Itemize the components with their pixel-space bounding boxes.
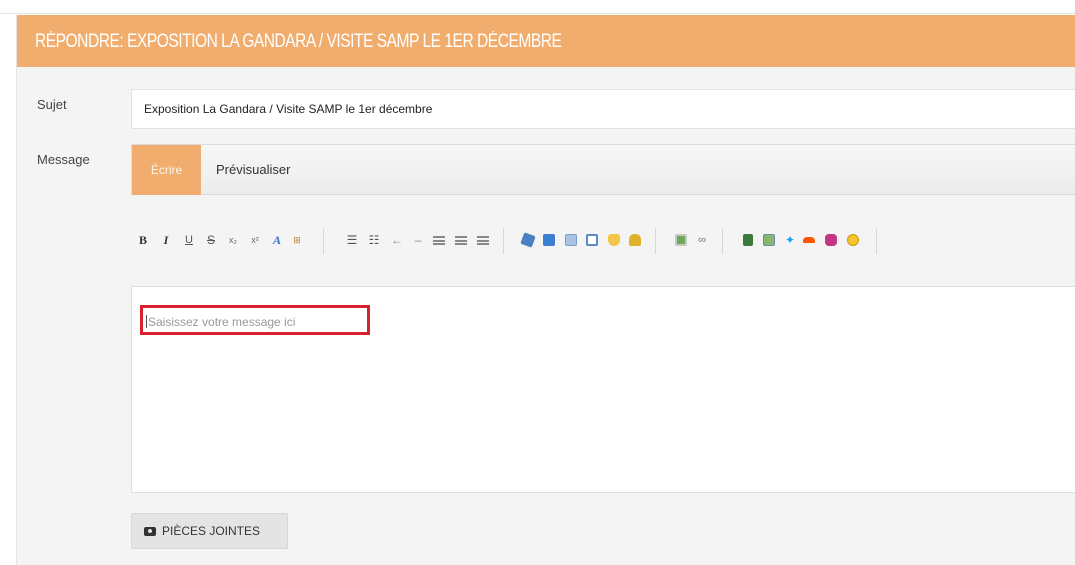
top-strip (0, 0, 1075, 14)
subject-label: Sujet (37, 97, 67, 112)
align-right-icon[interactable] (477, 236, 489, 245)
editor-toolbar: B I U S x₂ x² A ⊞ ☰ ☷ ← – ∞ ✦ (131, 226, 1075, 258)
toolbar-separator (655, 228, 656, 254)
gallery-icon[interactable] (763, 234, 775, 246)
indent-icon[interactable]: – (410, 230, 426, 250)
twitter-icon[interactable]: ✦ (782, 230, 798, 250)
align-center-icon[interactable] (455, 236, 467, 245)
tab-write[interactable]: Écrire (132, 145, 201, 195)
editor-tabbar: Écrire Prévisualiser (131, 144, 1075, 195)
tab-preview[interactable]: Prévisualiser (216, 145, 290, 195)
table-icon[interactable] (565, 234, 577, 246)
camera-icon (144, 527, 156, 536)
toolbar-separator (503, 228, 504, 254)
window-icon[interactable] (586, 234, 598, 246)
bold-icon[interactable]: B (135, 230, 151, 250)
toolbar-separator (722, 228, 723, 254)
subject-input[interactable] (131, 89, 1075, 129)
subscript-icon[interactable]: x₂ (225, 230, 241, 250)
numbered-list-icon[interactable]: ☷ (366, 230, 382, 250)
toolbar-separator (323, 228, 324, 254)
toolbar-separator (876, 228, 877, 254)
reply-panel: RÉPONDRE: EXPOSITION LA GANDARA / VISITE… (16, 15, 1075, 565)
attachments-label: PIÈCES JOINTES (162, 524, 261, 538)
editor-placeholder-highlight[interactable]: Saisissez votre message ici (140, 305, 370, 335)
image-icon[interactable] (675, 234, 687, 246)
emoji-icon[interactable] (847, 234, 859, 246)
bullet-list-icon[interactable]: ☰ (344, 230, 360, 250)
lock-icon[interactable] (629, 234, 641, 246)
panel-header: RÉPONDRE: EXPOSITION LA GANDARA / VISITE… (17, 15, 1075, 67)
page-title: RÉPONDRE: EXPOSITION LA GANDARA / VISITE… (35, 31, 562, 52)
message-editor[interactable]: Saisissez votre message ici (131, 286, 1075, 493)
message-label: Message (37, 152, 90, 167)
text-caret (146, 315, 147, 328)
font-color-icon[interactable]: A (269, 230, 285, 250)
attachments-button[interactable]: PIÈCES JOINTES (131, 513, 288, 549)
outdent-icon[interactable]: ← (389, 230, 405, 250)
italic-icon[interactable]: I (158, 230, 174, 250)
spoiler-icon[interactable] (520, 232, 536, 248)
align-left-icon[interactable] (433, 236, 445, 245)
soundcloud-icon[interactable] (803, 237, 815, 243)
shield-icon[interactable] (608, 234, 620, 246)
remove-format-icon[interactable]: ⊞ (289, 230, 305, 250)
instagram-icon[interactable] (825, 234, 837, 246)
link-icon[interactable]: ∞ (694, 230, 710, 250)
superscript-icon[interactable]: x² (247, 230, 263, 250)
video-icon[interactable] (743, 234, 753, 246)
quote-icon[interactable] (543, 234, 555, 246)
strikethrough-icon[interactable]: S (203, 230, 219, 250)
underline-icon[interactable]: U (181, 230, 197, 250)
editor-placeholder: Saisissez votre message ici (148, 315, 296, 329)
